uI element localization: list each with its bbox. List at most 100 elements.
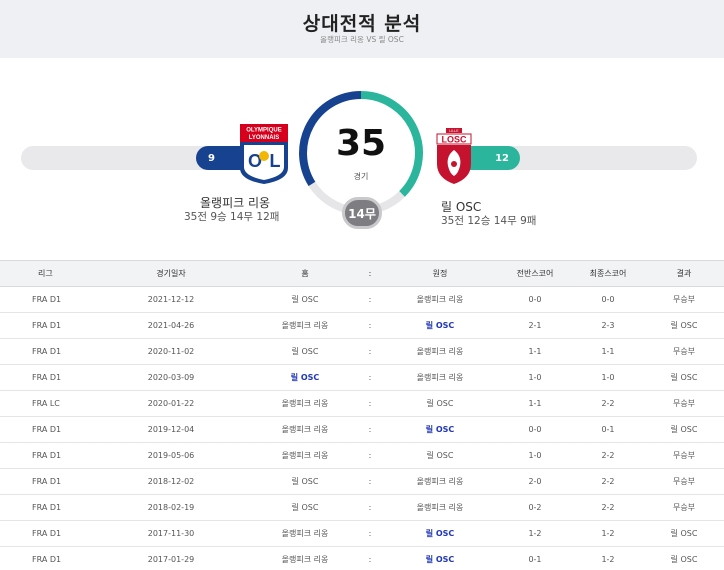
table-header-row: 리그 경기일자 홈 : 원정 전반스코어 최종스코어 결과: [0, 260, 724, 287]
cell-separator: :: [358, 364, 382, 391]
games-label: 경기: [353, 172, 369, 181]
cell-league: FRA D1: [0, 520, 90, 547]
cell-half-score: 1-2: [498, 520, 572, 547]
total-games-count: 35: [335, 123, 387, 164]
table-row: FRA D1 2017-01-29 올랭피크 리옹: 릴 OSC 0-1 1-2 릴 OSC: [0, 546, 724, 570]
cell-home-team: 올랭피크 리옹: [252, 520, 358, 547]
cell-away-team: 릴 OSC: [382, 390, 498, 417]
cell-half-score: 0-1: [498, 546, 572, 570]
cell-league: FRA D1: [0, 338, 90, 365]
cell-final-score: 0-1: [572, 416, 644, 443]
lyon-logo-text-2: LYONNAIS: [249, 135, 279, 141]
cell-half-score: 1-1: [498, 338, 572, 365]
cell-result: 릴 OSC: [644, 364, 724, 391]
cell-home-team: 릴 OSC: [252, 338, 358, 365]
cell-league: FRA D1: [0, 364, 90, 391]
cell-final-score: 1-1: [572, 338, 644, 365]
col-header-separator: :: [358, 260, 382, 287]
cell-result: 릴 OSC: [644, 312, 724, 339]
cell-home-team: 올랭피크 리옹: [252, 546, 358, 570]
away-wins-count: 12: [495, 152, 509, 164]
cell-away-team: 올랭피크 리옹: [382, 286, 498, 313]
cell-league: FRA D1: [0, 468, 90, 495]
cell-separator: :: [358, 286, 382, 313]
cell-away-team: 릴 OSC: [382, 546, 498, 570]
table-row: FRA LC 2020-01-22 올랭피크 리옹: 릴 OSC 1-1 2-2 무승부: [0, 390, 724, 417]
cell-home-team: 올랭피크 리옹: [252, 442, 358, 469]
cell-result: 무승부: [644, 338, 724, 365]
cell-date: 2021-04-26: [90, 312, 252, 339]
cell-result: 무승부: [644, 286, 724, 313]
cell-date: 2018-12-02: [90, 468, 252, 495]
cell-separator: :: [358, 494, 382, 521]
cell-separator: :: [358, 312, 382, 339]
cell-date: 2019-12-04: [90, 416, 252, 443]
home-wins-count: 9: [208, 152, 215, 164]
cell-league: FRA D1: [0, 286, 90, 313]
table-row: FRA D1 2019-05-06 올랭피크 리옹: 릴 OSC 1-0 2-2 무승부: [0, 442, 724, 469]
cell-away-team: 릴 OSC: [382, 520, 498, 547]
cell-league: FRA D1: [0, 546, 90, 570]
cell-separator: :: [358, 416, 382, 443]
page-header: 상대전적 분석 올랭피크 리옹 VS 릴 OSC: [0, 0, 724, 58]
cell-final-score: 2-2: [572, 468, 644, 495]
cell-date: 2017-11-30: [90, 520, 252, 547]
head-to-head-summary: 9 12 OLYMPIQUE LYONNAIS O L LILLE LOSC 3…: [0, 58, 724, 260]
table-row: FRA D1 2018-02-19 릴 OSC: 올랭피크 리옹 0-2 2-2 무승부: [0, 494, 724, 521]
cell-separator: :: [358, 390, 382, 417]
cell-final-score: 2-2: [572, 494, 644, 521]
away-team-record: 35전 12승 14무 9패: [441, 215, 537, 227]
home-team-record: 35전 9승 14무 12패: [184, 211, 280, 223]
cell-home-team: 올랭피크 리옹: [252, 312, 358, 339]
cell-home-team: 올랭피크 리옹: [252, 390, 358, 417]
table-row: FRA D1 2017-11-30 올랭피크 리옹: 릴 OSC 1-2 1-2 릴 OSC: [0, 520, 724, 547]
cell-half-score: 0-2: [498, 494, 572, 521]
cell-final-score: 1-0: [572, 364, 644, 391]
cell-separator: :: [358, 338, 382, 365]
cell-date: 2019-05-06: [90, 442, 252, 469]
cell-league: FRA LC: [0, 390, 90, 417]
table-row: FRA D1 2021-04-26 올랭피크 리옹: 릴 OSC 2-1 2-3 릴 OSC: [0, 312, 724, 339]
cell-result: 릴 OSC: [644, 416, 724, 443]
cell-home-team: 릴 OSC: [252, 468, 358, 495]
match-history-table: 리그 경기일자 홈 : 원정 전반스코어 최종스코어 결과 FRA D1 2021…: [0, 260, 724, 570]
cell-separator: :: [358, 442, 382, 469]
cell-separator: :: [358, 520, 382, 547]
cell-result: 릴 OSC: [644, 546, 724, 570]
col-header-away: 원정: [382, 260, 498, 287]
cell-away-team: 릴 OSC: [382, 442, 498, 469]
cell-result: 무승부: [644, 442, 724, 469]
cell-away-team: 올랭피크 리옹: [382, 468, 498, 495]
page-title: 상대전적 분석: [302, 13, 422, 35]
table-row: FRA D1 2018-12-02 릴 OSC: 올랭피크 리옹 2-0 2-2 무승부: [0, 468, 724, 495]
cell-date: 2020-01-22: [90, 390, 252, 417]
cell-separator: :: [358, 468, 382, 495]
table-row: FRA D1 2020-11-02 릴 OSC: 올랭피크 리옹 1-1 1-1 무승부: [0, 338, 724, 365]
cell-date: 2020-03-09: [90, 364, 252, 391]
cell-league: FRA D1: [0, 494, 90, 521]
cell-result: 릴 OSC: [644, 520, 724, 547]
matchup-subtitle: 올랭피크 리옹 VS 릴 OSC: [320, 35, 404, 44]
lyon-logo-text-1: OLYMPIQUE: [246, 128, 281, 134]
col-header-result: 결과: [644, 260, 724, 287]
lille-logo: LILLE LOSC: [436, 128, 472, 184]
cell-half-score: 2-0: [498, 468, 572, 495]
cell-league: FRA D1: [0, 416, 90, 443]
cell-half-score: 1-0: [498, 442, 572, 469]
cell-home-team: 올랭피크 리옹: [252, 416, 358, 443]
cell-date: 2017-01-29: [90, 546, 252, 570]
col-header-league: 리그: [0, 260, 90, 287]
col-header-final-score: 최종스코어: [572, 260, 644, 287]
cell-home-team: 릴 OSC: [252, 286, 358, 313]
cell-final-score: 2-2: [572, 442, 644, 469]
table-row: FRA D1 2021-12-12 릴 OSC: 올랭피크 리옹 0-0 0-0 무승부: [0, 286, 724, 313]
col-header-home: 홈: [252, 260, 358, 287]
draws-badge: 14무: [342, 197, 382, 229]
cell-result: 무승부: [644, 390, 724, 417]
cell-home-team: 릴 OSC: [252, 364, 358, 391]
cell-half-score: 0-0: [498, 286, 572, 313]
cell-separator: :: [358, 546, 382, 570]
cell-away-team: 올랭피크 리옹: [382, 494, 498, 521]
cell-away-team: 릴 OSC: [382, 312, 498, 339]
cell-result: 무승부: [644, 494, 724, 521]
